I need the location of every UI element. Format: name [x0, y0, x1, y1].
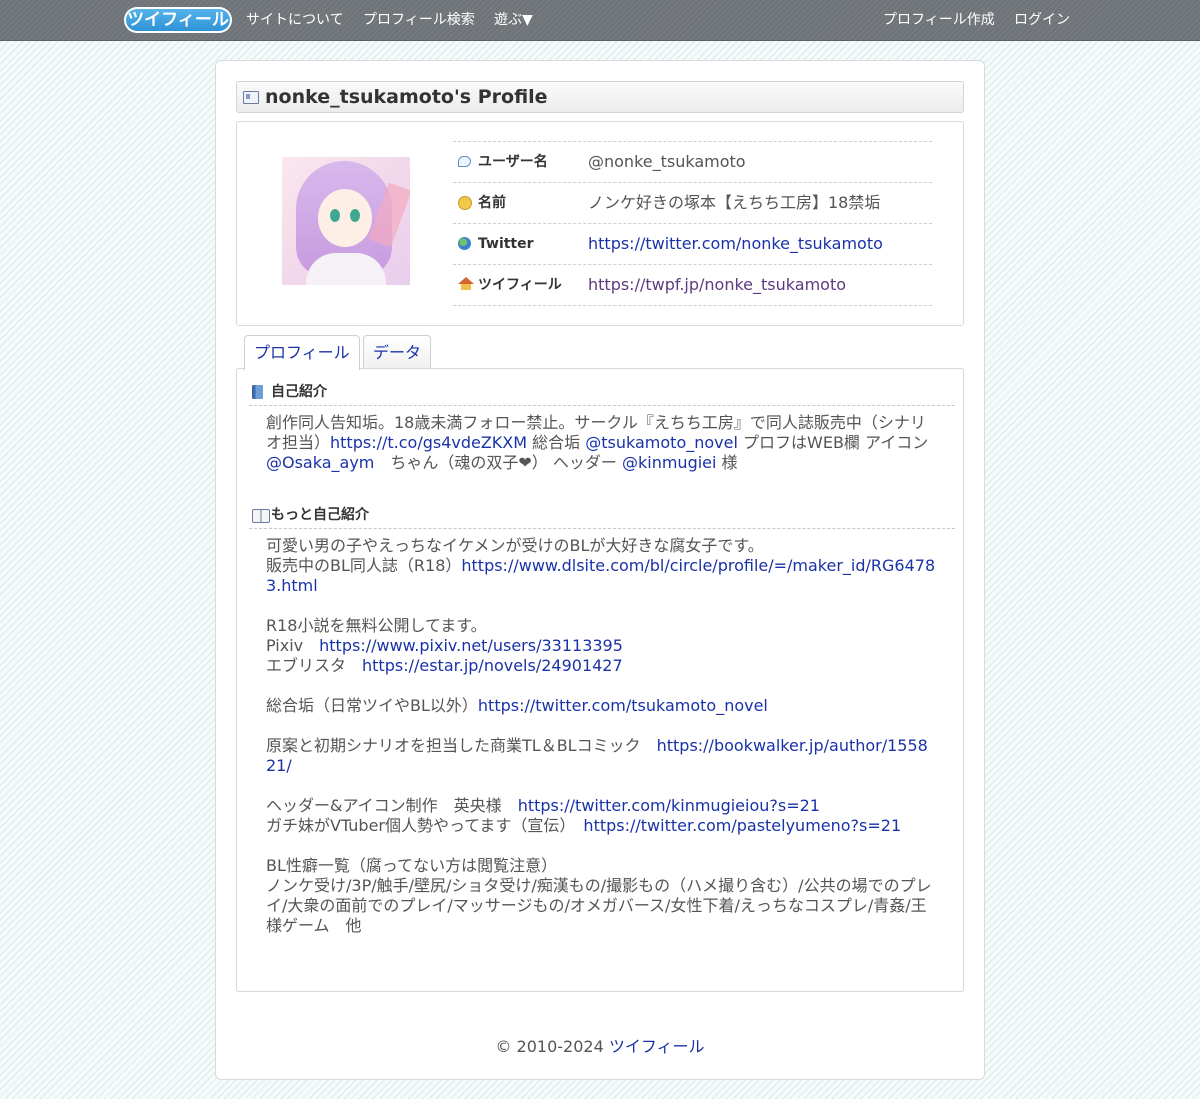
intro-text-3: プロフはWEB欄 アイコン	[737, 433, 929, 452]
nav-create-profile-link[interactable]: プロフィール作成	[883, 0, 995, 40]
more-line: ノンケ受け/3P/触手/壁尻/ショタ受け/痴漢もの/撮影もの（ハメ撮り含む）/公…	[266, 876, 936, 936]
more-text-6: 総合垢（日常ツイやBL以外）	[266, 696, 478, 715]
more-text-10: BL性癖一覧（腐ってない方は閲覧注意）	[266, 856, 558, 875]
intro-link-osaka-aym[interactable]: @Osaka_aym	[266, 453, 374, 472]
pixiv-link[interactable]: https://www.pixiv.net/users/33113395	[319, 636, 623, 655]
more-heading: もっと自己紹介	[271, 507, 369, 523]
nav-play-dropdown[interactable]: 遊ぶ▼	[494, 0, 533, 40]
nav-search-link[interactable]: プロフィール検索	[363, 0, 475, 40]
tab-data[interactable]: データ	[363, 335, 432, 369]
more-text: 可愛い男の子やえっちなイケメンが受けのBLが大好きな腐女子です。 販売中のBL同…	[266, 536, 936, 936]
page-title: nonke_tsukamoto's Profile	[265, 86, 548, 108]
more-line: BL性癖一覧（腐ってない方は閲覧注意）	[266, 856, 936, 876]
footer: © 2010-2024 ツイフィール	[216, 1033, 984, 1057]
site-logo[interactable]: ツイフィール	[124, 7, 232, 33]
tab-profile[interactable]: プロフィール	[244, 335, 360, 370]
name-label: 名前	[478, 195, 506, 211]
username-value: @nonke_tsukamoto	[588, 152, 746, 171]
intro-link-tsukamoto-novel[interactable]: @tsukamoto_novel	[585, 433, 738, 452]
more-text-2: 販売中のBL同人誌（R18）	[266, 556, 462, 575]
more-line: 総合垢（日常ツイやBL以外）https://twitter.com/tsukam…	[266, 696, 936, 716]
more-line: エブリスタ https://estar.jp/novels/24901427	[266, 656, 936, 676]
copyright-text: © 2010-2024	[495, 1037, 609, 1056]
more-line: 可愛い男の子やえっちなイケメンが受けのBLが大好きな腐女子です。	[266, 536, 936, 556]
more-text-3: R18小説を無料公開してます。	[266, 616, 487, 635]
more-text-8: ヘッダー&アイコン制作 英央様	[266, 796, 518, 815]
smile-icon	[458, 196, 472, 210]
twpf-label: ツイフィール	[478, 277, 562, 293]
profile-content: 自己紹介 創作同人告知垢。18歳未満フォロー禁止。サークル『えちち工房』で󠄀同人…	[236, 368, 964, 992]
footer-site-link[interactable]: ツイフィール	[609, 1037, 705, 1056]
avatar	[282, 157, 410, 285]
info-row-twitter: Twitter https://twitter.com/nonke_tsukam…	[453, 224, 932, 265]
intro-link-kinmugiei[interactable]: @kinmugiei	[622, 453, 716, 472]
intro-section-header: 自己紹介	[249, 379, 955, 406]
more-text-7: 原案と初期シナリオを担当した商業TL＆BLコミック	[266, 736, 657, 755]
nav-login-link[interactable]: ログイン	[1014, 0, 1070, 40]
more-text-5: エブリスタ	[266, 656, 363, 675]
home-icon	[458, 277, 474, 290]
intro-link-tco[interactable]: https://t.co/gs4vdeZKXM	[330, 433, 527, 452]
intro-heading: 自己紹介	[271, 384, 327, 400]
profile-title-bar: nonke_tsukamoto's Profile	[236, 81, 964, 113]
intro-text-5: 様	[716, 453, 738, 472]
info-row-name: 名前 ノンケ好きの塚本【えちち工房】18禁垢	[453, 183, 932, 224]
more-line: Pixiv https://www.pixiv.net/users/331133…	[266, 636, 936, 656]
more-line: 販売中のBL同人誌（R18）https://www.dlsite.com/bl/…	[266, 556, 936, 596]
twitter-label: Twitter	[478, 236, 534, 252]
twpf-link[interactable]: https://twpf.jp/nonke_tsukamoto	[588, 265, 846, 305]
pastelyumeno-link[interactable]: https://twitter.com/pastelyumeno?s=21	[583, 816, 901, 835]
top-nav-bar: ツイフィール サイトについて プロフィール検索 遊ぶ▼ プロフィール作成 ログイ…	[0, 0, 1200, 41]
more-line: R18小説を無料公開してます。	[266, 616, 936, 636]
estar-link[interactable]: https://estar.jp/novels/24901427	[362, 656, 623, 675]
more-text-1: 可愛い男の子やえっちなイケメンが受けのBLが大好きな腐女子です。	[266, 536, 764, 555]
profile-info-box: ユーザー名 @nonke_tsukamoto 名前 ノンケ好きの塚本【えちち工房…	[236, 121, 964, 326]
tsukamoto-novel-link[interactable]: https://twitter.com/tsukamoto_novel	[478, 696, 768, 715]
info-row-twpf: ツイフィール https://twpf.jp/nonke_tsukamoto	[453, 265, 932, 306]
profile-card: nonke_tsukamoto's Profile ユーザー名 @nonke_t…	[215, 60, 985, 1080]
kinmugieiou-link[interactable]: https://twitter.com/kinmugieiou?s=21	[518, 796, 820, 815]
more-line: ガチ妹がVTuber個人勢やってます（宣伝） https://twitter.c…	[266, 816, 936, 836]
speech-bubble-icon	[458, 156, 471, 167]
id-card-icon	[243, 91, 259, 104]
name-value: ノンケ好きの塚本【えちち工房】18禁垢	[588, 193, 881, 212]
book-icon	[252, 385, 263, 399]
profile-info-table: ユーザー名 @nonke_tsukamoto 名前 ノンケ好きの塚本【えちち工房…	[453, 141, 932, 306]
more-text-11: ノンケ受け/3P/触手/壁尻/ショタ受け/痴漢もの/撮影もの（ハメ撮り含む）/公…	[266, 876, 932, 935]
nav-about-link[interactable]: サイトについて	[246, 0, 344, 40]
intro-text: 創作同人告知垢。18歳未満フォロー禁止。サークル『えちち工房』で󠄀同人誌販売中（…	[266, 413, 936, 473]
more-text-4: Pixiv	[266, 636, 320, 655]
more-line: ヘッダー&アイコン制作 英央様 https://twitter.com/kinm…	[266, 796, 936, 816]
intro-text-2: 総合垢	[527, 433, 586, 452]
globe-icon	[458, 237, 471, 250]
more-text-9: ガチ妹がVTuber個人勢やってます（宣伝）	[266, 816, 584, 835]
twitter-link[interactable]: https://twitter.com/nonke_tsukamoto	[588, 224, 883, 264]
open-book-icon	[252, 509, 270, 523]
username-label: ユーザー名	[478, 154, 548, 170]
intro-text-4: ちゃん（魂の双子❤︎） ヘッダー	[374, 453, 622, 472]
info-row-username: ユーザー名 @nonke_tsukamoto	[453, 142, 932, 183]
more-line: 原案と初期シナリオを担当した商業TL＆BLコミック https://bookwa…	[266, 736, 936, 776]
more-section-header: もっと自己紹介	[249, 502, 955, 529]
